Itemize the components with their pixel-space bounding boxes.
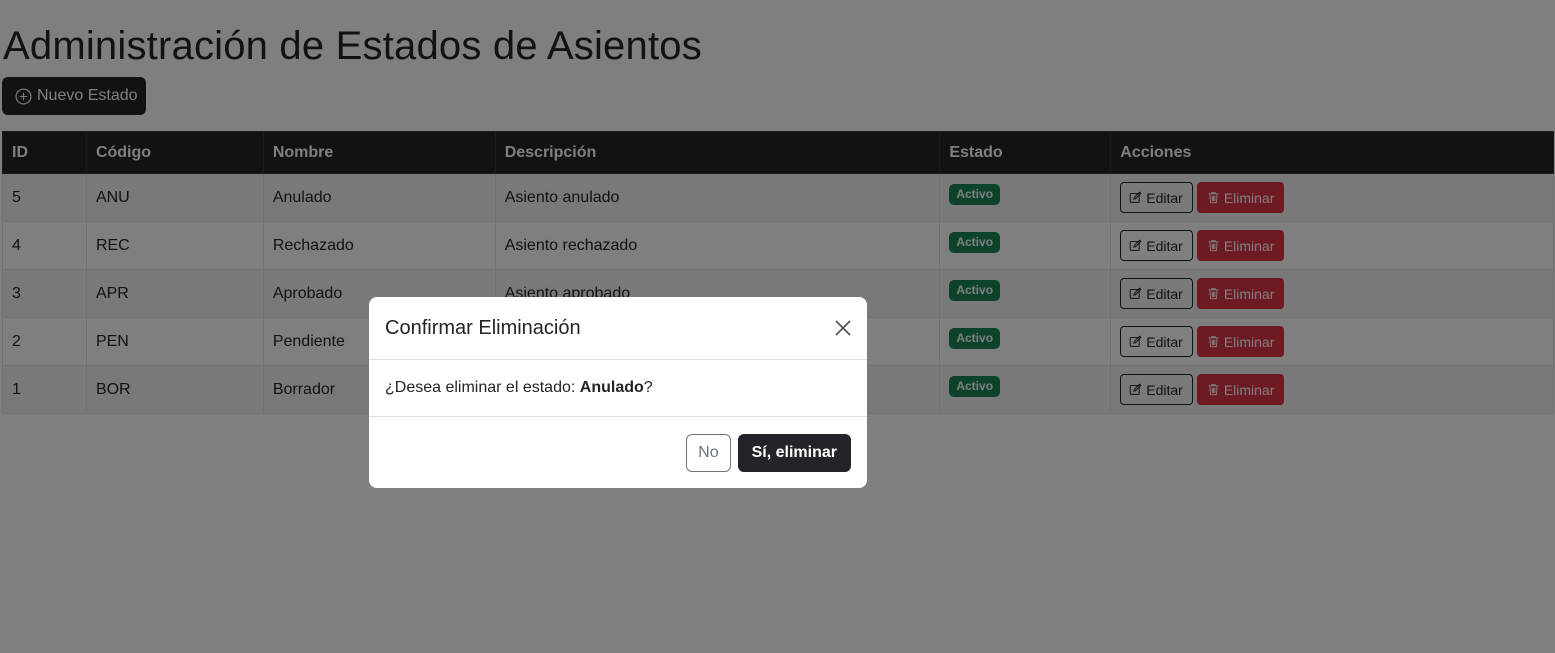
confirm-delete-button[interactable]: Sí, eliminar <box>737 433 851 472</box>
no-button[interactable]: No <box>686 433 731 472</box>
modal-message: ¿Desea eliminar el estado: Anulado? <box>385 379 653 397</box>
modal-message-prefix: ¿Desea eliminar el estado: <box>385 379 580 396</box>
modal-target-name: Anulado <box>579 379 644 396</box>
close-icon[interactable] <box>833 318 853 338</box>
modal-header: Confirmar Eliminación <box>369 297 867 360</box>
modal-title: Confirmar Eliminación <box>385 316 581 339</box>
modal-footer: No Sí, eliminar <box>369 417 867 488</box>
modal-message-suffix: ? <box>643 379 653 396</box>
confirm-delete-modal: Confirmar Eliminación ¿Desea eliminar el… <box>369 297 867 488</box>
modal-body: ¿Desea eliminar el estado: Anulado? <box>369 360 867 417</box>
page: Administración de Estados de Asientos Nu… <box>0 0 1555 653</box>
